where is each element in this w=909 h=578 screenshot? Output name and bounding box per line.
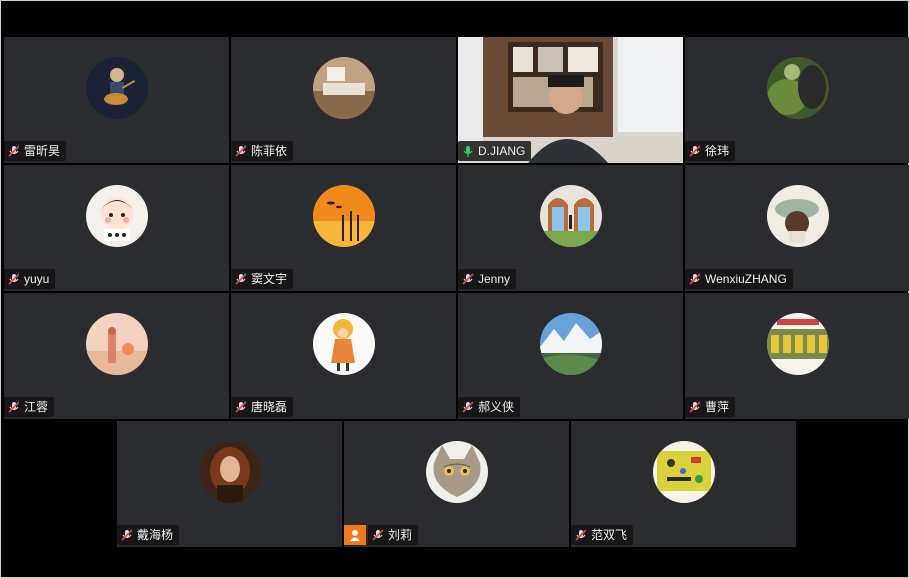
avatar xyxy=(539,313,602,375)
mic-muted-icon xyxy=(461,400,475,414)
participant-tile[interactable]: 江蓉 xyxy=(4,293,229,419)
participant-name: 窦文宇 xyxy=(251,272,288,286)
active-speaker-tile[interactable]: D.JIANG xyxy=(458,37,683,163)
participant-name: 徐玮 xyxy=(705,144,730,158)
self-user-icon xyxy=(344,525,366,545)
participant-name-tag: 雷昕昊 xyxy=(4,141,67,161)
mic-muted-icon xyxy=(574,528,588,542)
mic-muted-icon xyxy=(688,400,702,414)
participant-name-tag: 曹萍 xyxy=(685,397,736,417)
participant-name-tag: WenxiuZHANG xyxy=(685,269,793,289)
avatar xyxy=(652,441,715,503)
mic-muted-icon xyxy=(688,144,702,158)
participant-name: D.JIANG xyxy=(478,144,526,158)
participant-name: 郝义侠 xyxy=(478,400,515,414)
mic-muted-icon xyxy=(234,144,248,158)
avatar xyxy=(85,313,148,375)
participant-name-tag: 徐玮 xyxy=(685,141,736,161)
participant-name-tag: 唐晓磊 xyxy=(231,397,294,417)
participant-tile[interactable]: 郝义侠 xyxy=(458,293,683,419)
avatar xyxy=(766,57,829,119)
participant-name-tag: 江蓉 xyxy=(4,397,55,417)
avatar xyxy=(85,185,148,247)
mic-muted-icon xyxy=(7,400,21,414)
participant-name: 唐晓磊 xyxy=(251,400,288,414)
participant-tile[interactable]: 戴海杨 xyxy=(117,421,342,547)
participant-name-tag: 郝义侠 xyxy=(458,397,521,417)
mic-muted-icon xyxy=(234,400,248,414)
participant-name-tag: 陈菲依 xyxy=(231,141,294,161)
participant-tile[interactable]: 曹萍 xyxy=(685,293,909,419)
avatar xyxy=(425,441,488,503)
avatar xyxy=(539,185,602,247)
mic-muted-icon xyxy=(688,272,702,286)
mic-muted-icon xyxy=(234,272,248,286)
avatar xyxy=(85,57,148,119)
participant-name: Jenny xyxy=(478,272,511,286)
participant-name: 刘莉 xyxy=(388,528,413,542)
participant-tile[interactable]: 陈菲依 xyxy=(231,37,456,163)
participant-name: 范双飞 xyxy=(591,528,628,542)
participant-name-tag: 戴海杨 xyxy=(117,525,180,545)
avatar xyxy=(766,313,829,375)
participant-name: WenxiuZHANG xyxy=(705,272,787,286)
participant-name-tag: yuyu xyxy=(4,269,56,289)
mic-muted-icon xyxy=(371,528,385,542)
mic-muted-icon xyxy=(7,144,21,158)
avatar xyxy=(766,185,829,247)
participant-name: 陈菲依 xyxy=(251,144,288,158)
participant-tile[interactable]: WenxiuZHANG xyxy=(685,165,909,291)
avatar xyxy=(198,441,261,503)
participant-tile[interactable]: 徐玮 xyxy=(685,37,909,163)
participant-tile[interactable]: 窦文宇 xyxy=(231,165,456,291)
participant-tile[interactable]: yuyu xyxy=(4,165,229,291)
mic-muted-icon xyxy=(461,272,475,286)
mic-muted-icon xyxy=(7,272,21,286)
participant-name: 雷昕昊 xyxy=(24,144,61,158)
participant-name-tag: Jenny xyxy=(458,269,517,289)
participant-name: 曹萍 xyxy=(705,400,730,414)
participant-name-tag: 刘莉 xyxy=(368,525,419,545)
avatar xyxy=(312,57,375,119)
participant-tile[interactable]: 雷昕昊 xyxy=(4,37,229,163)
participant-name-tag: 窦文宇 xyxy=(231,269,294,289)
avatar xyxy=(312,313,375,375)
participant-name: yuyu xyxy=(24,272,50,286)
avatar xyxy=(312,185,375,247)
mic-muted-icon xyxy=(120,528,134,542)
mic-speaking-icon xyxy=(461,144,475,158)
participant-tile[interactable]: 刘莉 xyxy=(344,421,569,547)
participant-tile[interactable]: Jenny xyxy=(458,165,683,291)
participant-name-tag: 范双飞 xyxy=(571,525,634,545)
participant-name-tag: D.JIANG xyxy=(458,141,532,161)
participant-name: 江蓉 xyxy=(24,400,49,414)
participant-tile[interactable]: 范双飞 xyxy=(571,421,796,547)
participant-name: 戴海杨 xyxy=(137,528,174,542)
participant-tile[interactable]: 唐晓磊 xyxy=(231,293,456,419)
